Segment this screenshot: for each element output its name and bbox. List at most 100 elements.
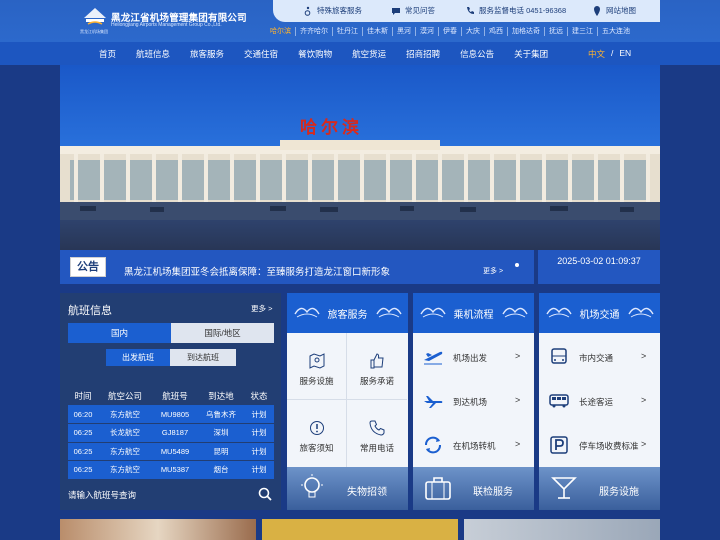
city-transport-link[interactable]: 市内交通 > [539,335,660,379]
datetime-panel: 2025-03-02 01:09:37 [538,250,660,284]
utility-bar: 特殊旅客服务 常见问答 服务监督电话 0451-96368 网站地图 [273,0,660,22]
city-link[interactable]: 黑河 [393,27,416,36]
hotline-label: 服务监督电话 0451-96368 [479,6,567,15]
suitcase-icon [425,477,451,500]
service-facilities-link[interactable]: 服务设施 [287,333,347,400]
notice-icon [309,421,324,435]
chevron-right-icon: > [641,439,647,449]
chevron-right-icon: > [641,351,647,361]
long-distance-coach-label: 长途客运 [579,397,614,407]
promo-image[interactable] [464,519,660,540]
flight-airline: 东方航空 [98,442,152,461]
map-pin-icon [594,5,600,16]
lost-and-found-link[interactable]: 失物招领 [287,467,408,510]
city-link[interactable]: 抚远 [545,27,568,36]
nav-passenger-service[interactable]: 旅客服务 [180,48,234,60]
announcement-more-link[interactable]: 更多 > [483,266,503,276]
city-link[interactable]: 大庆 [462,27,485,36]
promo-image[interactable] [262,519,458,540]
city-link[interactable]: 齐齐哈尔 [296,27,333,36]
table-row[interactable]: 06:25 东方航空 MU5387 烟台 计划 [68,460,274,480]
hero-banner[interactable]: 哈尔滨 [60,65,660,250]
nav-announcements[interactable]: 信息公告 [450,48,504,60]
joint-inspection-link[interactable]: 联检服务 [413,467,534,510]
nav-recruitment[interactable]: 招商招聘 [396,48,450,60]
wave-decoration-icon [628,307,654,318]
airport-transfer-link[interactable]: 在机场转机 > [413,423,534,467]
table-row[interactable]: 06:25 长龙航空 GJ8187 深圳 计划 [68,423,274,443]
tab-international[interactable]: 国际/地区 [171,323,274,343]
table-row[interactable]: 06:20 东方航空 MU9805 乌鲁木齐 计划 [68,405,274,424]
service-commitment-link[interactable]: 服务承诺 [347,333,407,400]
city-link[interactable]: 佳木斯 [363,27,393,36]
common-phones-link[interactable]: 常用电话 [347,400,407,467]
airport-transfer-label: 在机场转机 [453,441,496,451]
long-distance-coach-link[interactable]: 长途客运 > [539,379,660,423]
city-link[interactable]: 鸡西 [485,27,508,36]
search-icon[interactable] [258,487,272,501]
city-link[interactable]: 伊春 [439,27,462,36]
tab-domestic[interactable]: 国内 [68,323,171,343]
city-link[interactable]: 加格达奇 [508,27,545,36]
hotline-link[interactable]: 服务监督电话 0451-96368 [465,5,566,16]
parking-fees-label: 停车场收费标准 [579,441,639,451]
logo-icon[interactable] [82,6,108,28]
special-passenger-link[interactable]: 特殊旅客服务 [303,5,362,16]
column-header: 航班号 [162,391,188,401]
column-header: 时间 [74,391,92,401]
flight-number: MU5387 [152,460,198,480]
city-link[interactable]: 建三江 [568,27,598,36]
airport-departure-label: 机场出发 [453,353,488,363]
flight-status: 计划 [244,460,274,480]
flight-destination: 深圳 [198,423,244,443]
chevron-right-icon: > [641,395,647,405]
faq-link[interactable]: 常见问答 [391,5,435,16]
flight-more-link[interactable]: 更多 > [251,303,272,314]
city-link[interactable]: 牡丹江 [333,27,363,36]
nav-dining[interactable]: 餐饮购物 [288,48,342,60]
announcement-badge: 公告 [70,257,106,277]
promo-image[interactable] [60,519,256,540]
plane-takeoff-icon [424,351,443,365]
flight-status: 计划 [244,405,274,424]
lang-cn[interactable]: 中文 [588,48,605,60]
tab-arrivals[interactable]: 到达航班 [170,349,236,366]
tab-departures[interactable]: 出发航班 [106,349,170,366]
carousel-dot[interactable] [515,263,519,267]
nav-about[interactable]: 关于集团 [504,48,558,60]
nav-home[interactable]: 首页 [84,48,126,60]
airport-arrival-link[interactable]: 到达机场 > [413,379,534,423]
special-passenger-label: 特殊旅客服务 [317,6,362,15]
lang-separator: / [611,48,614,58]
flight-table: 时间 航空公司 航班号 到达地 状态 06:20 东方航空 MU9805 乌鲁木… [68,387,274,480]
parking-icon [550,436,568,454]
service-facilities-label: 服务设施 [299,376,334,386]
flight-time: 06:25 [68,460,98,480]
announcement-text[interactable]: 黑龙江机场集团亚冬会抵离保障：至臻服务打造龙江窗口新形象 [124,264,390,278]
chat-bubble-icon [392,7,400,15]
banner-title: 哈尔滨 [300,118,363,138]
parking-fees-link[interactable]: 停车场收费标准 > [539,423,660,467]
flight-time: 06:20 [68,405,98,424]
airport-departure-link[interactable]: 机场出发 > [413,335,534,379]
chevron-right-icon: > [515,439,521,449]
service-facilities-footer-link[interactable]: 服务设施 [539,467,660,510]
city-link[interactable]: 哈尔滨 [266,27,296,36]
flight-status: 计划 [244,442,274,461]
sitemap-link[interactable]: 网站地图 [592,5,636,16]
service-commitment-label: 服务承诺 [359,376,394,386]
thumbs-up-icon [370,353,384,369]
nav-transport[interactable]: 交通住宿 [234,48,288,60]
passenger-notice-link[interactable]: 旅客须知 [287,400,347,467]
nav-cargo[interactable]: 航空货运 [342,48,396,60]
lang-en[interactable]: EN [619,48,631,60]
city-link[interactable]: 漠河 [416,27,439,36]
sitemap-label: 网站地图 [606,6,636,15]
city-link[interactable]: 五大连池 [598,27,634,36]
column-header: 到达地 [208,391,234,401]
service-facilities-footer-label: 服务设施 [599,487,639,498]
flight-search-input[interactable]: 请输入航班号查询 [68,489,136,501]
table-row[interactable]: 06:25 东方航空 MU5489 昆明 计划 [68,442,274,461]
terminal-building-image [60,140,660,220]
nav-flight-info[interactable]: 航班信息 [126,48,180,60]
